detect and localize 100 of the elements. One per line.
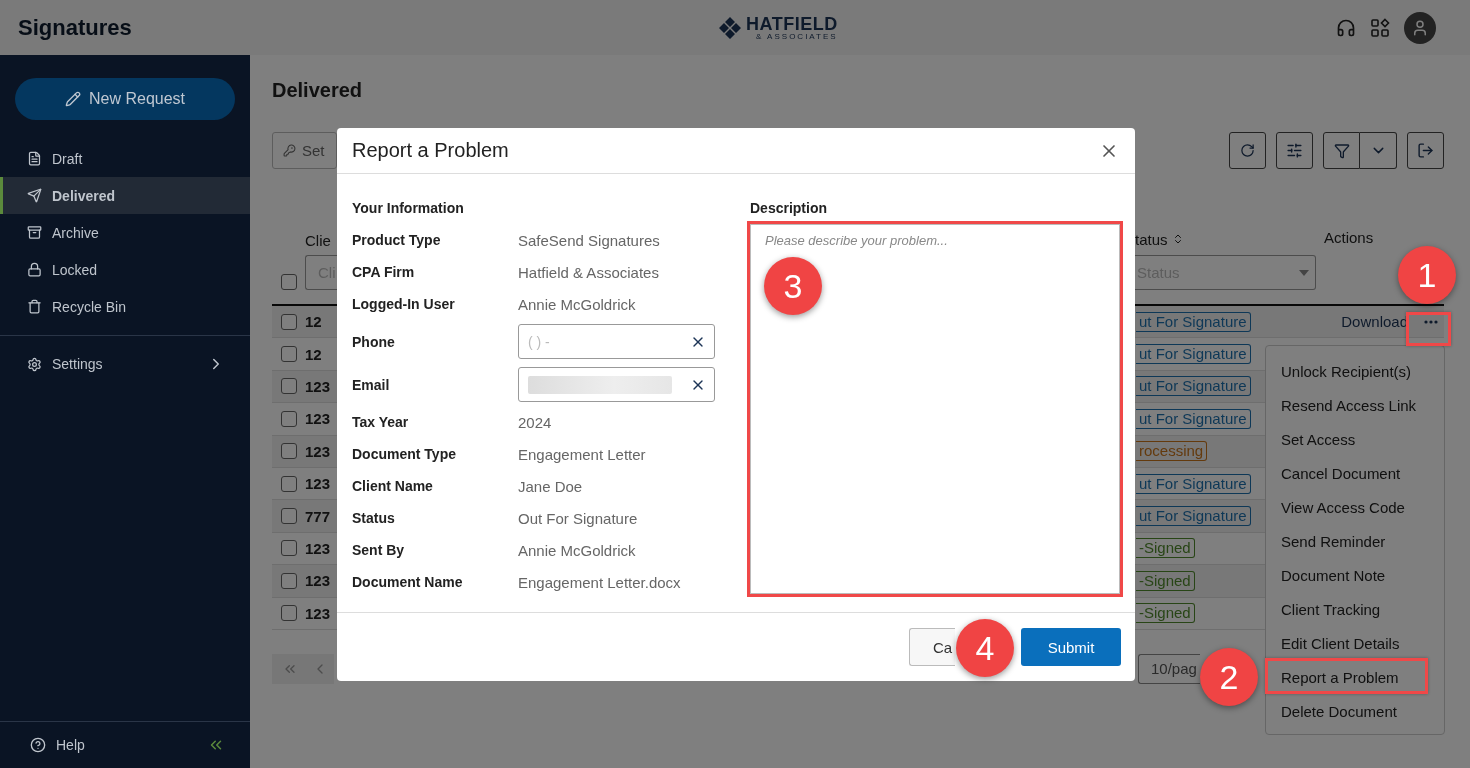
sidebar-item[interactable]: Archive	[0, 214, 250, 251]
menu-item[interactable]: Resend Access Link	[1266, 388, 1444, 422]
table-cell-text: 123	[305, 539, 332, 557]
sidebar-item[interactable]: Locked	[0, 251, 250, 288]
submit-button[interactable]: Submit	[1021, 628, 1121, 666]
columns-settings-button[interactable]	[1276, 132, 1313, 169]
status-tag: ut For Signature	[1136, 344, 1251, 365]
new-request-button[interactable]: New Request	[15, 78, 235, 120]
page-size-select[interactable]: 10/pag	[1138, 653, 1200, 684]
menu-item[interactable]: Send Reminder	[1266, 524, 1444, 558]
menu-item[interactable]: Client Tracking	[1266, 592, 1444, 626]
field-value: Engagement Letter.docx	[518, 572, 682, 593]
export-button[interactable]	[1407, 132, 1444, 169]
field-value: 2024	[518, 412, 553, 433]
row-checkbox[interactable]	[280, 410, 297, 427]
logo-icon	[718, 15, 742, 40]
cancel-button[interactable]: Ca	[909, 628, 955, 666]
status-tag: -Signed	[1136, 603, 1195, 624]
help-icon	[30, 737, 46, 753]
document-icon	[27, 151, 42, 166]
field-value: SafeSend Signatures	[518, 230, 661, 251]
settings-icon	[27, 356, 42, 372]
menu-item[interactable]: Edit Client Details	[1266, 626, 1444, 660]
headset-icon[interactable]	[1336, 17, 1356, 38]
page-title: Delivered	[272, 78, 364, 103]
field-value: Engagement Letter	[518, 444, 647, 465]
user-avatar[interactable]	[1404, 11, 1436, 44]
field-label: Email	[352, 375, 391, 395]
field-label: Document Name	[352, 573, 464, 592]
filter-button[interactable]	[1323, 132, 1360, 169]
menu-item[interactable]: View Access Code	[1266, 490, 1444, 524]
person-icon	[1411, 18, 1429, 37]
status-tag: ut For Signature	[1136, 376, 1251, 397]
table-cell-text: 123	[305, 475, 332, 493]
step-callout: 1	[1398, 246, 1456, 304]
sidebar-item[interactable]: Draft	[0, 140, 250, 177]
status-tag: ut For Signature	[1136, 473, 1251, 494]
row-checkbox[interactable]	[280, 346, 297, 363]
row-checkbox[interactable]	[280, 605, 297, 622]
table-cell-text: 777	[305, 507, 332, 525]
menu-item[interactable]: Delete Document	[1266, 694, 1444, 728]
status-tag: ut For Signature	[1136, 506, 1251, 527]
field-value: Out For Signature	[518, 508, 639, 529]
download-link[interactable]: Download	[1341, 313, 1408, 331]
lock-icon	[27, 262, 42, 277]
row-checkbox[interactable]	[280, 540, 297, 557]
trash-can-icon	[27, 299, 42, 314]
table-cell-text: 123	[305, 604, 332, 622]
more-icon	[1424, 319, 1438, 324]
row-checkbox[interactable]	[280, 475, 297, 492]
settings-item[interactable]: Settings	[0, 336, 250, 392]
menu-item[interactable]: Set Access	[1266, 422, 1444, 456]
field-label: Document Type	[352, 445, 457, 464]
column-header[interactable]: Clie	[305, 232, 337, 249]
status-tag: ut For Signature	[1136, 408, 1251, 429]
help-link[interactable]: Help	[56, 737, 85, 753]
logo-name: HATFIELD	[746, 14, 838, 33]
row-checkbox[interactable]	[280, 508, 297, 525]
menu-item[interactable]: Document Note	[1266, 558, 1444, 592]
menu-item[interactable]: Cancel Document	[1266, 456, 1444, 490]
field-label: Phone	[352, 332, 396, 352]
field-label: Client Name	[352, 477, 434, 496]
sidebar-item[interactable]: Recycle Bin	[0, 288, 250, 325]
field-value: Annie McGoldrick	[518, 294, 637, 315]
table-cell-text: 123	[305, 442, 332, 460]
email-field[interactable]	[518, 367, 715, 402]
field-label: Tax Year	[352, 413, 410, 432]
select-all-checkbox[interactable]	[280, 274, 297, 290]
paper-plane-icon	[27, 188, 42, 203]
field-label: CPA Firm	[352, 263, 416, 282]
refresh-button[interactable]	[1229, 132, 1266, 169]
apps-icon[interactable]	[1370, 17, 1390, 38]
dialog-title: Report a Problem	[352, 139, 509, 162]
set-access-button[interactable]: Set	[272, 132, 337, 169]
status-tag: -Signed	[1136, 538, 1195, 559]
archive-box-icon	[27, 225, 42, 240]
column-header[interactable]: tatus	[1135, 230, 1168, 248]
export-icon	[1417, 142, 1434, 159]
table-cell-text: 123	[305, 572, 332, 590]
row-checkbox[interactable]	[280, 313, 297, 330]
sliders-icon	[1286, 142, 1303, 159]
filter-menu-button[interactable]	[1360, 132, 1397, 169]
row-checkbox[interactable]	[280, 443, 297, 460]
logo-tagline: & ASSOCIATES	[756, 32, 838, 41]
table-cell-text: 12	[305, 313, 323, 331]
table-cell-text: 123	[305, 410, 332, 428]
table-cell-text: 123	[305, 377, 332, 395]
field-value: Hatfield & Associates	[518, 262, 660, 283]
filter-icon	[1333, 142, 1350, 159]
row-checkbox[interactable]	[280, 572, 297, 589]
field-value: Annie McGoldrick	[518, 540, 637, 561]
menu-item[interactable]: Unlock Recipient(s)	[1266, 354, 1444, 388]
status-tag: ut For Signature	[1136, 311, 1251, 332]
status-tag: -Signed	[1136, 570, 1195, 591]
menu-item[interactable]: Report a Problem	[1266, 660, 1444, 694]
sidebar-item[interactable]: Delivered	[0, 177, 250, 214]
row-checkbox[interactable]	[280, 378, 297, 395]
field-value: Jane Doe	[518, 476, 584, 497]
highlight-frame	[1406, 312, 1451, 346]
app-title: Signatures	[18, 14, 133, 41]
